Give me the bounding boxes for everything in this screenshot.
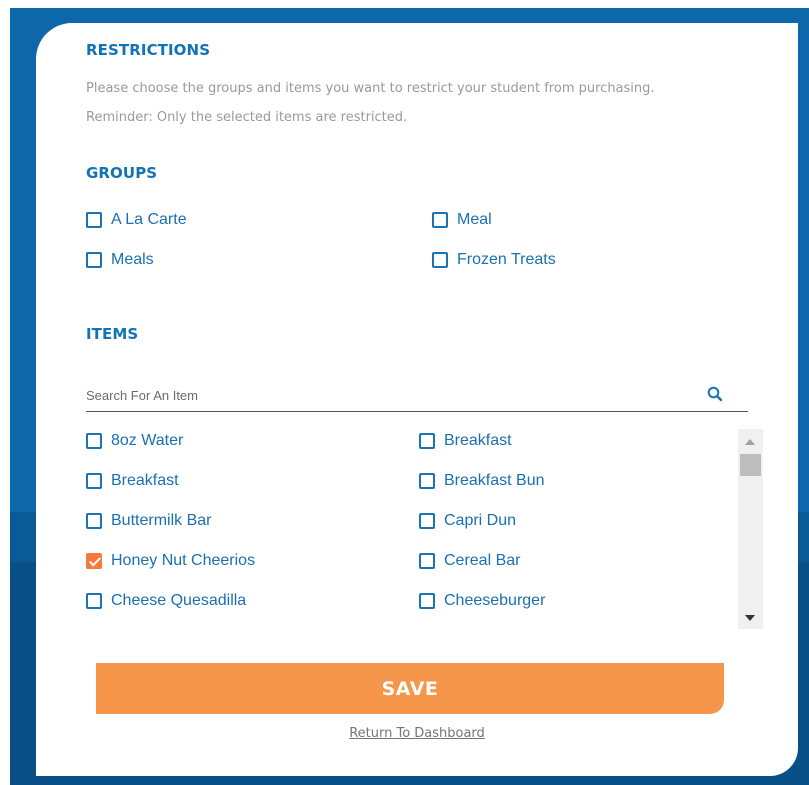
- item-option-honey-nut-cheerios[interactable]: Honey Nut Cheerios: [86, 550, 255, 572]
- item-option-label: Breakfast: [444, 432, 512, 449]
- group-option-label: Meal: [457, 211, 492, 228]
- item-option-label: Cheese Quesadilla: [111, 592, 247, 609]
- items-list: 8oz Water Breakfast Breakfast Breakfast …: [86, 428, 736, 628]
- scroll-up-arrow-icon[interactable]: [745, 439, 755, 445]
- item-option-label: Capri Dun: [444, 512, 517, 529]
- restrictions-panel: RESTRICTIONS Please choose the groups an…: [36, 23, 798, 776]
- checkbox[interactable]: [86, 513, 102, 529]
- checkbox[interactable]: [419, 593, 435, 609]
- item-option-label: Buttermilk Bar: [111, 512, 212, 529]
- item-option-label: 8oz Water: [111, 432, 184, 449]
- return-to-dashboard-link[interactable]: Return To Dashboard: [36, 726, 798, 741]
- items-scrollbar[interactable]: [738, 429, 763, 629]
- checkbox[interactable]: [419, 553, 435, 569]
- checkbox[interactable]: [432, 212, 448, 228]
- restrictions-reminder: Reminder: Only the selected items are re…: [86, 110, 408, 125]
- item-option-capri-dun[interactable]: Capri Dun: [419, 510, 516, 532]
- item-option-label: Cheeseburger: [444, 592, 546, 609]
- checkbox-checked[interactable]: [86, 553, 102, 569]
- item-option-cereal-bar[interactable]: Cereal Bar: [419, 550, 520, 572]
- group-option-meals[interactable]: Meals: [86, 249, 154, 271]
- group-option-label: A La Carte: [111, 211, 187, 228]
- checkbox[interactable]: [86, 433, 102, 449]
- group-option-meal[interactable]: Meal: [432, 209, 492, 231]
- checkbox[interactable]: [419, 473, 435, 489]
- item-option-cheeseburger[interactable]: Cheeseburger: [419, 590, 545, 612]
- item-option-label: Cereal Bar: [444, 552, 521, 569]
- checkbox[interactable]: [86, 212, 102, 228]
- scrollbar-thumb[interactable]: [740, 454, 761, 476]
- groups-title: GROUPS: [86, 164, 158, 182]
- group-option-a-la-carte[interactable]: A La Carte: [86, 209, 187, 231]
- scroll-down-arrow-icon[interactable]: [745, 615, 755, 621]
- item-option-label: Breakfast Bun: [444, 472, 545, 489]
- item-option-breakfast[interactable]: Breakfast: [419, 430, 512, 452]
- item-option-breakfast-bun[interactable]: Breakfast Bun: [419, 470, 545, 492]
- checkbox[interactable]: [86, 473, 102, 489]
- restrictions-description: Please choose the groups and items you w…: [86, 81, 655, 96]
- group-option-label: Meals: [111, 251, 154, 268]
- item-option-cheese-quesadilla[interactable]: Cheese Quesadilla: [86, 590, 246, 612]
- checkbox[interactable]: [419, 433, 435, 449]
- item-option-8oz-water[interactable]: 8oz Water: [86, 430, 183, 452]
- group-option-label: Frozen Treats: [457, 251, 556, 268]
- items-title: ITEMS: [86, 325, 139, 343]
- search-icon[interactable]: [706, 385, 724, 403]
- item-search-input[interactable]: [86, 384, 686, 406]
- checkbox[interactable]: [432, 252, 448, 268]
- group-option-frozen-treats[interactable]: Frozen Treats: [432, 249, 556, 271]
- item-search-bar: [86, 378, 748, 412]
- save-button[interactable]: SAVE: [96, 663, 724, 714]
- item-option-label: Breakfast: [111, 472, 179, 489]
- item-option-buttermilk-bar[interactable]: Buttermilk Bar: [86, 510, 211, 532]
- checkbox[interactable]: [86, 593, 102, 609]
- item-option-breakfast[interactable]: Breakfast: [86, 470, 179, 492]
- item-option-label: Honey Nut Cheerios: [111, 552, 256, 569]
- checkbox[interactable]: [419, 513, 435, 529]
- restrictions-title: RESTRICTIONS: [86, 41, 211, 59]
- checkbox[interactable]: [86, 252, 102, 268]
